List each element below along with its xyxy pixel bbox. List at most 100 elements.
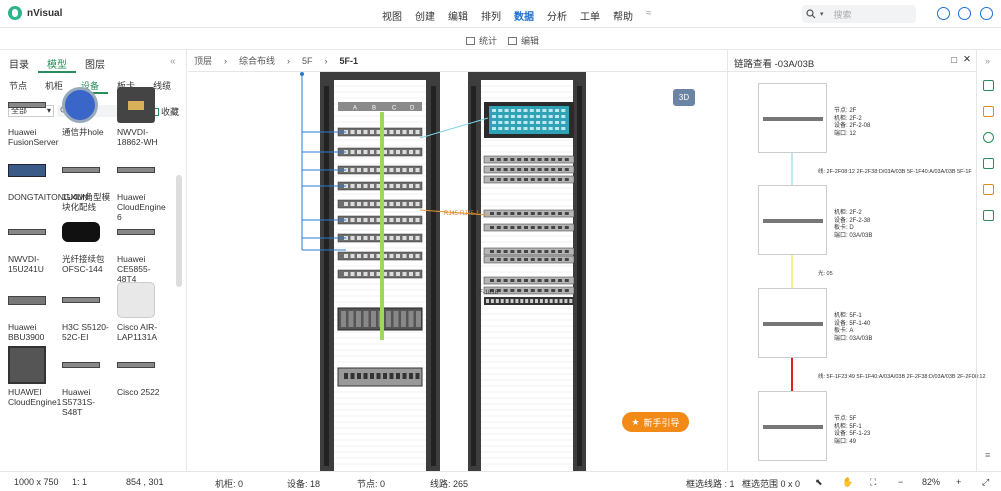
- menu-analysis[interactable]: 分析: [547, 8, 567, 23]
- search-box[interactable]: ▾ 搜索: [802, 5, 916, 23]
- device-item[interactable]: Huawei FusionServer: [8, 85, 60, 147]
- zoom-out-icon[interactable]: −: [898, 477, 903, 487]
- port-label-d: D: [410, 106, 415, 112]
- trace-node-3[interactable]: [758, 288, 827, 358]
- device-item[interactable]: DONGTAITONGXUN: [8, 150, 89, 202]
- rack-device[interactable]: [483, 175, 575, 184]
- monitor-icon[interactable]: [983, 210, 994, 221]
- menu-edit[interactable]: 编辑: [448, 8, 468, 23]
- crumb-top[interactable]: 顶层: [194, 54, 212, 67]
- right-icon-bar: » ≡: [976, 50, 1001, 471]
- device-item[interactable]: H3C S5120-52C-EI: [62, 280, 114, 342]
- fullscreen-icon[interactable]: ⤢: [982, 477, 989, 488]
- link-view-panel: 链路查看 -03A/03B □ ✕ 节点: 2F 机柜: 2F-2 设备: 2F-2…: [727, 50, 986, 471]
- menu-help[interactable]: 帮助: [613, 8, 633, 23]
- server-1u-icon: [8, 85, 60, 125]
- search-input[interactable]: 搜索: [834, 8, 852, 21]
- device-item[interactable]: Cisco 2522: [117, 345, 169, 397]
- hand-tool-icon[interactable]: ✋: [842, 477, 853, 488]
- link-icon[interactable]: [983, 158, 994, 169]
- expand-icon[interactable]: »: [985, 56, 990, 66]
- rack-device-patch[interactable]: [484, 297, 574, 305]
- trace-link-text-2: 光: 05: [818, 271, 833, 277]
- canvas-size: 1000 x 750: [14, 477, 59, 487]
- zoom-in-icon[interactable]: +: [956, 477, 961, 487]
- globe-icon[interactable]: [958, 7, 971, 20]
- rack-device[interactable]: [483, 276, 575, 285]
- rack-device[interactable]: [483, 155, 575, 164]
- menu-create[interactable]: 创建: [415, 8, 435, 23]
- chevron-down-icon: ▾: [820, 11, 824, 18]
- link-label-2: F-1818: [479, 290, 499, 296]
- rack-device[interactable]: [483, 165, 575, 174]
- device-item[interactable]: 1U4M角型模块化配线: [62, 150, 114, 212]
- menu-view[interactable]: 视图: [382, 8, 402, 23]
- top-bar: nVisual 视图 创建 编辑 排列 数据 分析 工单 帮助 ≈ ▾ 搜索: [0, 0, 1001, 28]
- device-label: DONGTAITONGXUN: [8, 192, 89, 202]
- device-item[interactable]: Huawei CE5855-48T4: [117, 212, 169, 284]
- zoom-level[interactable]: 82%: [922, 477, 940, 487]
- trace-node-2-info: 机柜: 2F-2 设备: 2F-2-38 板卡: D 端口: 03A/03B: [834, 210, 873, 239]
- guide-button[interactable]: ★ 新手引导: [622, 412, 689, 432]
- device-item[interactable]: 光纤接续包OFSC-144: [62, 212, 114, 274]
- menu-data[interactable]: 数据: [514, 8, 534, 23]
- edit-button[interactable]: 编辑: [508, 34, 539, 47]
- device-item[interactable]: Huawei BBU3900: [8, 280, 60, 342]
- cable-endpoint[interactable]: [300, 72, 304, 76]
- crumb-cabling[interactable]: 综合布线: [239, 54, 275, 67]
- view-3d-button[interactable]: 3D: [673, 89, 695, 106]
- pointer-tool-icon[interactable]: ⬉: [815, 477, 823, 488]
- tab-layer[interactable]: 图层: [76, 56, 114, 73]
- edit-icon: [508, 36, 517, 45]
- menu-icon[interactable]: ≡: [985, 450, 990, 460]
- user-icon[interactable]: [980, 7, 993, 20]
- main-menu: 视图 创建 编辑 排列 数据 分析 工单 帮助 ≈: [382, 8, 652, 23]
- node-count: 节点: 0: [357, 479, 386, 489]
- info-icon[interactable]: [937, 7, 950, 20]
- stats-label: 统计: [479, 36, 498, 46]
- rack-device[interactable]: [483, 209, 575, 218]
- rack-device-switch[interactable]: [337, 367, 423, 387]
- menu-arrange[interactable]: 排列: [481, 8, 501, 23]
- device-item[interactable]: NWVDI-15U241U: [8, 212, 60, 274]
- rack-device[interactable]: [483, 247, 575, 256]
- table-icon[interactable]: [983, 184, 994, 195]
- trace-node-1[interactable]: [758, 83, 827, 153]
- search-icon: [806, 9, 816, 19]
- crumb-cabinet[interactable]: 5F-1: [340, 56, 359, 66]
- rack-device[interactable]: [483, 255, 575, 264]
- maximize-icon[interactable]: □: [951, 55, 957, 66]
- device-list-scrollbar[interactable]: [176, 175, 182, 287]
- tab-catalog[interactable]: 目录: [0, 56, 38, 73]
- breadcrumb: 顶层 › 综合布线 › 5F › 5F-1: [188, 50, 727, 72]
- app-name: nVisual: [27, 7, 63, 19]
- trace-node-4[interactable]: [758, 391, 827, 461]
- device-item[interactable]: Cisco AIR-LAP1131A: [117, 280, 169, 342]
- device-label: 光纤接续包OFSC-144: [62, 254, 105, 274]
- stats-button[interactable]: 统计: [466, 34, 497, 47]
- crumb-floor[interactable]: 5F: [302, 56, 313, 66]
- tab-model[interactable]: 模型: [38, 56, 76, 73]
- device-item[interactable]: 通信井hole: [62, 85, 114, 137]
- link-panel-title: 链路查看 -03A/03B: [734, 59, 815, 70]
- app-logo[interactable]: nVisual: [8, 6, 62, 20]
- collapse-menu-icon[interactable]: ≈: [646, 8, 652, 23]
- rack-device[interactable]: [483, 223, 575, 232]
- sub-toolbar: 统计 编辑: [0, 28, 1001, 50]
- fit-screen-icon[interactable]: ⛶: [870, 477, 876, 488]
- device-label: HUAWEI CloudEngine1: [8, 387, 62, 407]
- device-item[interactable]: Huawei S5731S-S48T: [62, 345, 114, 417]
- network-icon[interactable]: [983, 132, 994, 143]
- trace-link-text-1: 线: 2F-2F08:12 2F-2F38:D/03A/03B 5F-1F40:…: [818, 169, 972, 175]
- collapse-left-icon[interactable]: «: [170, 56, 176, 67]
- device-item[interactable]: NWVDI-18862-WH: [117, 85, 169, 147]
- close-icon[interactable]: ✕: [963, 54, 971, 65]
- menu-workorder[interactable]: 工单: [580, 8, 600, 23]
- line-count: 线路: 265: [430, 479, 469, 489]
- grid-icon[interactable]: [983, 80, 994, 91]
- trace-node-2[interactable]: [758, 185, 827, 255]
- rack-device-odf[interactable]: [484, 102, 574, 138]
- list-icon[interactable]: [983, 106, 994, 117]
- device-item[interactable]: HUAWEI CloudEngine1: [8, 345, 62, 407]
- network-switch-icon: [8, 150, 60, 190]
